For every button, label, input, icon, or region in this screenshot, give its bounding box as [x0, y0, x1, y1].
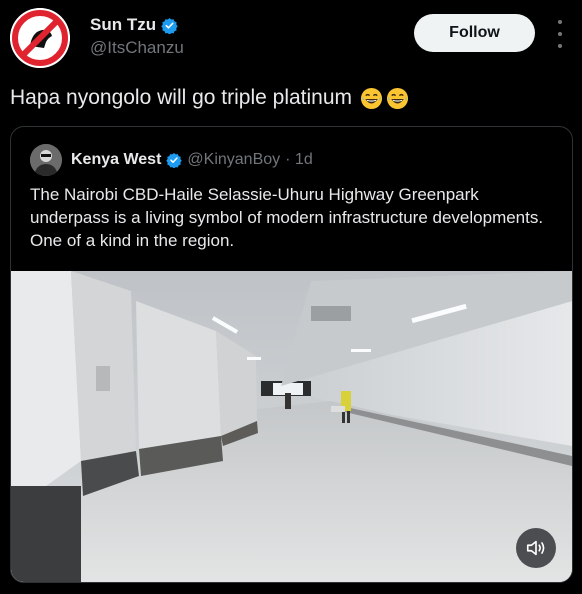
underpass-scene-image — [11, 271, 572, 582]
verified-badge-icon — [166, 153, 183, 168]
more-vertical-icon[interactable] — [550, 20, 570, 48]
author-display-name[interactable]: Sun Tzu — [90, 15, 156, 35]
speaker-muted-icon[interactable] — [516, 528, 556, 568]
quoted-tweet-text: The Nairobi CBD-Haile Selassie-Uhuru Hig… — [30, 185, 544, 250]
quoted-tweet-header: Kenya West @KinyanBoy · 1d — [30, 144, 313, 176]
quoted-handle: @KinyanBoy — [187, 151, 281, 168]
underpass-video[interactable] — [11, 271, 572, 582]
quoted-display-name: Kenya West — [71, 151, 162, 168]
laughing-emoji-icon — [386, 87, 409, 109]
quoted-author-avatar — [30, 144, 62, 176]
verified-badge-icon — [161, 17, 178, 34]
follow-button[interactable]: Follow — [414, 14, 535, 52]
quoted-timestamp: · 1d — [285, 151, 313, 168]
tweet-body: Hapa nyongolo will go triple platinum — [10, 86, 409, 110]
tweet-header: Sun Tzu @ItsChanzu Follow — [0, 0, 582, 78]
author-avatar[interactable] — [10, 8, 70, 68]
tweet-text: Hapa nyongolo will go triple platinum — [10, 86, 353, 109]
quoted-tweet-card[interactable]: Kenya West @KinyanBoy · 1d The Nairobi C… — [10, 126, 573, 583]
author-name-row: Sun Tzu — [90, 15, 178, 35]
laughing-emoji-icon — [360, 87, 383, 109]
author-handle[interactable]: @ItsChanzu — [90, 38, 184, 58]
